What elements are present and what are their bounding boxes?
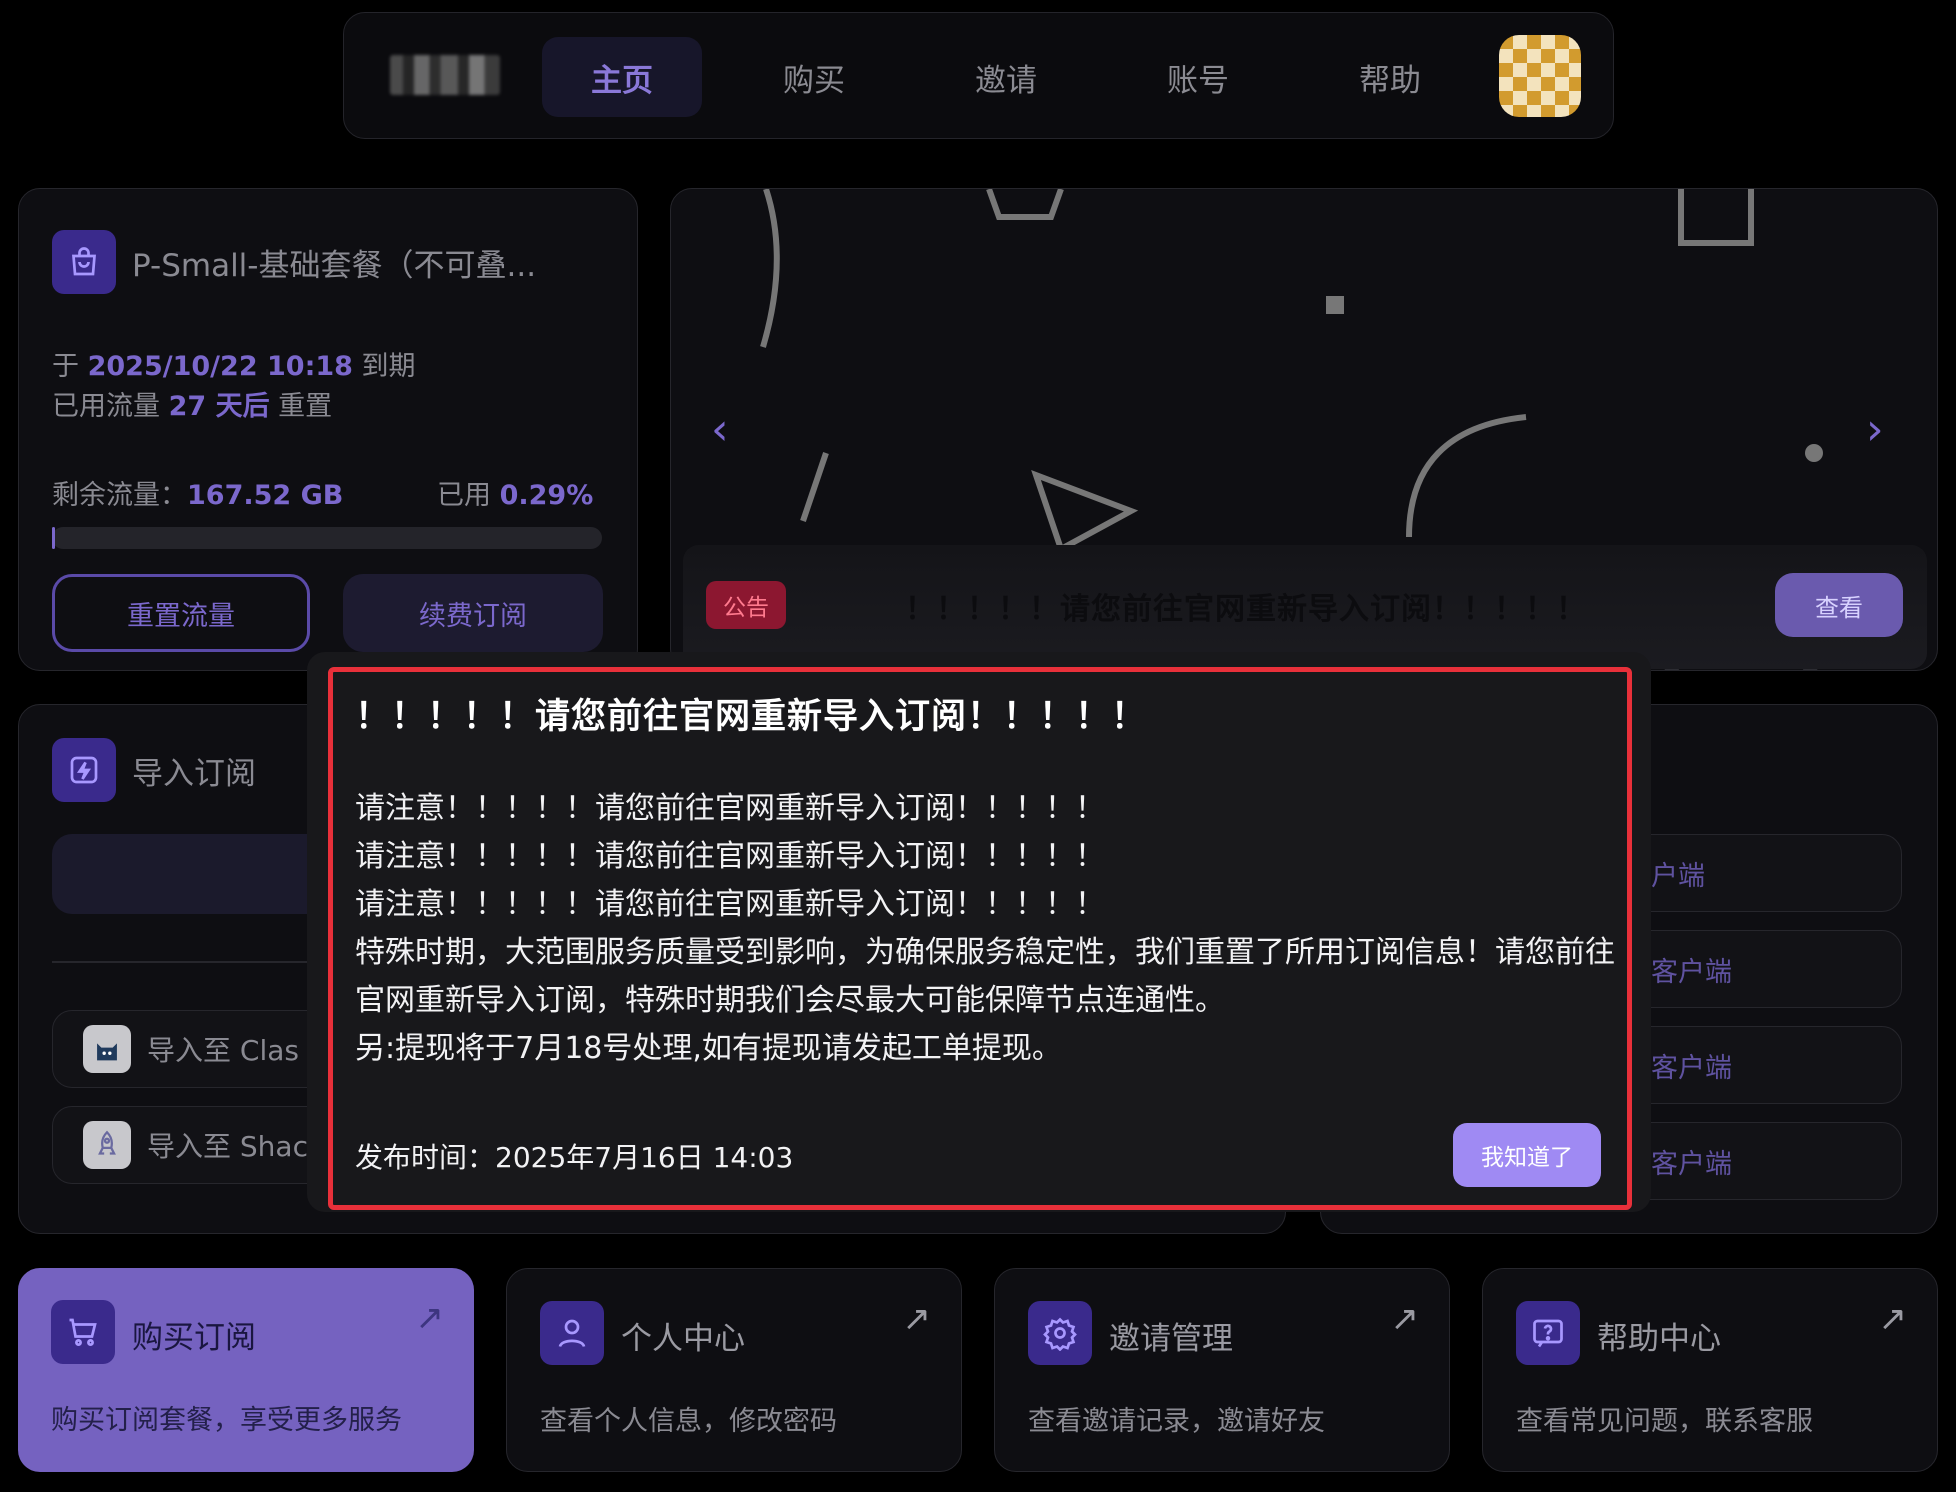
arrow-up-right-icon: ↗ bbox=[415, 1298, 445, 1338]
modal-line: 请注意！！！！！请您前往官网重新导入订阅！！！！！ bbox=[355, 839, 1105, 874]
nav-item-account[interactable]: 账号 bbox=[1118, 37, 1278, 117]
used-value: 0.29% bbox=[499, 480, 594, 511]
cart-icon bbox=[51, 1300, 115, 1364]
reset-days: 27 天后 bbox=[168, 391, 270, 422]
plan-reset: 已用流量 27 天后 重置 bbox=[52, 384, 332, 423]
nav-item-buy[interactable]: 购买 bbox=[734, 37, 894, 117]
reset-traffic-button[interactable]: 重置流量 bbox=[52, 574, 310, 652]
gear-icon bbox=[1028, 1301, 1092, 1365]
profile-card[interactable]: 个人中心 查看个人信息，修改密码 ↗ bbox=[506, 1268, 962, 1472]
nav-item-help[interactable]: 帮助 bbox=[1310, 37, 1470, 117]
nav-item-invite[interactable]: 邀请 bbox=[926, 37, 1086, 117]
renew-subscription-button[interactable]: 续费订阅 bbox=[343, 574, 603, 652]
modal-publish-time: 发布时间：2025年7月16日 14:03 bbox=[355, 1141, 794, 1174]
import-shadowrocket-label: 导入至 Shac bbox=[147, 1130, 308, 1163]
card-subtitle: 查看常见问题，联系客服 bbox=[1516, 1406, 1813, 1437]
banner-next-arrow[interactable]: › bbox=[1866, 404, 1884, 455]
reset-suffix: 重置 bbox=[278, 391, 333, 422]
expiry-date: 2025/10/22 10:18 bbox=[87, 351, 353, 382]
expiry-prefix: 于 bbox=[52, 351, 79, 382]
avatar[interactable] bbox=[1499, 35, 1581, 117]
remaining-label: 剩余流量： bbox=[52, 480, 187, 511]
brand-logo[interactable] bbox=[390, 55, 500, 95]
banner-text: ！！！！！请您前往官网重新导入订阅！！！！！ bbox=[905, 592, 1587, 627]
card-subtitle: 查看邀请记录，邀请好友 bbox=[1028, 1406, 1325, 1437]
modal-body: 请注意！！！！！请您前往官网重新导入订阅！！！！！ 请注意！！！！！请您前往官网… bbox=[355, 785, 1615, 1073]
card-title: 邀请管理 bbox=[1109, 1321, 1233, 1357]
announcement-badge: 公告 bbox=[706, 581, 786, 629]
import-clash-label: 导入至 Clas bbox=[147, 1034, 299, 1067]
card-subtitle: 查看个人信息，修改密码 bbox=[540, 1406, 837, 1437]
traffic-progress-fill bbox=[52, 527, 55, 549]
banner-view-button[interactable]: 查看 bbox=[1775, 573, 1903, 637]
card-title: 购买订阅 bbox=[132, 1320, 256, 1356]
expiry-suffix: 到期 bbox=[361, 351, 416, 382]
traffic-progress-bar bbox=[52, 527, 602, 549]
plan-expiry: 于 2025/10/22 10:18 到期 bbox=[52, 344, 416, 383]
user-icon bbox=[540, 1301, 604, 1365]
confirm-button[interactable]: 我知道了 bbox=[1453, 1123, 1601, 1187]
help-icon bbox=[1516, 1301, 1580, 1365]
modal-line: 特殊时期，大范围服务质量受到影响，为确保服务稳定性，我们重置了所用订阅信息！请您… bbox=[355, 935, 1615, 1018]
help-center-card[interactable]: 帮助中心 查看常见问题，联系客服 ↗ bbox=[1482, 1268, 1938, 1472]
top-nav: 主页 购买 邀请 账号 帮助 bbox=[343, 12, 1614, 139]
announcement-banner: ‹ › 公告 ！！！！！请您前往官网重新导入订阅！！！！！ 查看 bbox=[670, 188, 1938, 671]
invite-management-card[interactable]: 邀请管理 查看邀请记录，邀请好友 ↗ bbox=[994, 1268, 1450, 1472]
import-title: 导入订阅 bbox=[132, 756, 256, 792]
plan-title: P-Small-基础套餐（不可叠... bbox=[132, 248, 537, 284]
shopping-bag-icon bbox=[52, 230, 116, 294]
arrow-up-right-icon: ↗ bbox=[1878, 1299, 1908, 1339]
modal-line: 另:提现将于7月18号处理,如有提现请发起工单提现。 bbox=[355, 1031, 1062, 1066]
arrow-up-right-icon: ↗ bbox=[902, 1299, 932, 1339]
used-traffic: 已用 0.29% bbox=[437, 473, 593, 512]
used-label: 已用 bbox=[437, 480, 491, 511]
remaining-value: 167.52 GB bbox=[187, 480, 344, 511]
modal-line: 请注意！！！！！请您前往官网重新导入订阅！！！！！ bbox=[355, 887, 1105, 922]
card-subtitle: 购买订阅套餐，享受更多服务 bbox=[51, 1405, 402, 1436]
nav-item-home[interactable]: 主页 bbox=[542, 37, 702, 117]
clash-cat-icon bbox=[83, 1025, 131, 1073]
reset-prefix: 已用流量 bbox=[52, 391, 160, 422]
lightning-icon bbox=[52, 738, 116, 802]
card-title: 个人中心 bbox=[621, 1321, 745, 1357]
remaining-traffic: 剩余流量：167.52 GB bbox=[52, 473, 343, 512]
modal-title: ！！！！！请您前往官网重新导入订阅！！！！！ bbox=[355, 697, 1148, 737]
card-title: 帮助中心 bbox=[1597, 1321, 1721, 1357]
banner-prev-arrow[interactable]: ‹ bbox=[711, 404, 729, 455]
buy-subscription-card[interactable]: 购买订阅 购买订阅套餐，享受更多服务 ↗ bbox=[18, 1268, 474, 1472]
shadowrocket-icon bbox=[83, 1121, 131, 1169]
modal-line: 请注意！！！！！请您前往官网重新导入订阅！！！！！ bbox=[355, 791, 1105, 826]
arrow-up-right-icon: ↗ bbox=[1390, 1299, 1420, 1339]
